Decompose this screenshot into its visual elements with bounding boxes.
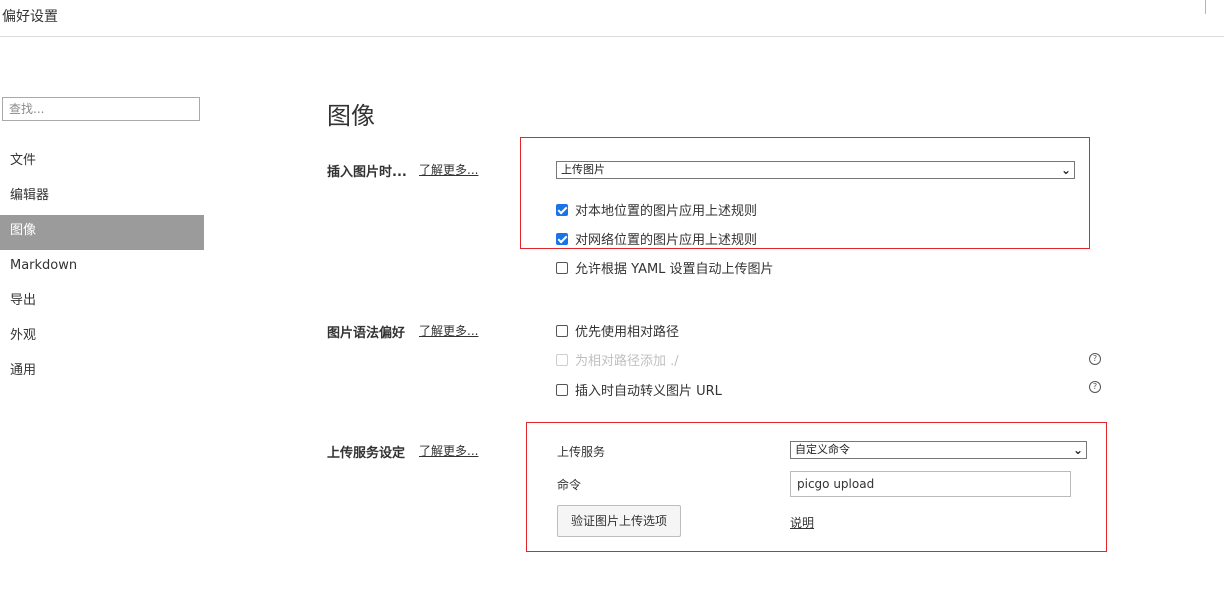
- checkbox-escape-url-label: 插入时自动转义图片 URL: [575, 384, 722, 399]
- upload-service-field-label: 上传服务: [557, 445, 606, 459]
- checkbox-dot-slash: [556, 354, 568, 366]
- insert-image-label: 插入图片时...: [327, 165, 407, 180]
- help-icon[interactable]: ?: [1089, 353, 1101, 365]
- window-title: 偏好设置: [2, 9, 58, 25]
- command-field-label: 命令: [557, 478, 582, 492]
- sidebar-item-appearance[interactable]: 外观: [0, 320, 204, 355]
- upload-learn-more-link[interactable]: 了解更多...: [419, 442, 478, 459]
- checkbox-row-local[interactable]: 对本地位置的图片应用上述规则: [556, 200, 757, 220]
- checkbox-dot-slash-label: 为相对路径添加 ./: [575, 354, 679, 369]
- upload-service-value: 自定义命令: [795, 443, 850, 456]
- checkbox-row-network[interactable]: 对网络位置的图片应用上述规则: [556, 229, 757, 249]
- search-input[interactable]: [2, 97, 200, 121]
- checkbox-local-label: 对本地位置的图片应用上述规则: [575, 204, 758, 219]
- checkbox-row-escape-url[interactable]: 插入时自动转义图片 URL: [556, 380, 722, 400]
- upload-service-select[interactable]: 自定义命令 ⌄: [790, 441, 1087, 459]
- insert-learn-more-link[interactable]: 了解更多...: [419, 161, 478, 178]
- checkbox-escape-url[interactable]: [556, 384, 568, 396]
- chevron-down-icon: ⌄: [1060, 163, 1071, 177]
- checkbox-relative[interactable]: [556, 325, 568, 337]
- checkbox-network-label: 对网络位置的图片应用上述规则: [575, 233, 758, 248]
- sidebar-item-markdown[interactable]: Markdown: [0, 250, 204, 285]
- checkbox-yaml-label: 允许根据 YAML 设置自动上传图片: [575, 262, 774, 277]
- checkbox-network[interactable]: [556, 233, 568, 245]
- checkbox-local[interactable]: [556, 204, 568, 216]
- checkbox-relative-label: 优先使用相对路径: [575, 325, 680, 340]
- sidebar-item-general[interactable]: 通用: [0, 355, 204, 390]
- checkbox-row-relative[interactable]: 优先使用相对路径: [556, 321, 679, 341]
- checkbox-yaml[interactable]: [556, 262, 568, 274]
- page-title: 图像: [327, 102, 375, 130]
- sidebar-item-export[interactable]: 导出: [0, 285, 204, 320]
- syntax-pref-label: 图片语法偏好: [327, 326, 406, 341]
- doc-link[interactable]: 说明: [790, 514, 814, 531]
- sidebar-item-image[interactable]: 图像: [0, 215, 204, 250]
- help-icon[interactable]: ?: [1089, 381, 1101, 393]
- command-input[interactable]: [790, 471, 1071, 497]
- title-bar-divider: [1205, 0, 1206, 14]
- insert-action-select[interactable]: 上传图片 ⌄: [556, 161, 1075, 179]
- title-bar: 偏好设置: [0, 0, 1224, 37]
- sidebar-item-file[interactable]: 文件: [0, 145, 204, 180]
- syntax-learn-more-link[interactable]: 了解更多...: [419, 322, 478, 339]
- chevron-down-icon: ⌄: [1072, 443, 1083, 457]
- verify-upload-button[interactable]: 验证图片上传选项: [557, 505, 681, 537]
- checkbox-row-yaml[interactable]: 允许根据 YAML 设置自动上传图片: [556, 258, 774, 278]
- sidebar-nav: 文件 编辑器 图像 Markdown 导出 外观 通用: [0, 145, 204, 390]
- sidebar-item-editor[interactable]: 编辑器: [0, 180, 204, 215]
- insert-action-value: 上传图片: [561, 163, 605, 176]
- upload-service-label: 上传服务设定: [327, 446, 406, 461]
- checkbox-row-dot-slash: 为相对路径添加 ./: [556, 350, 679, 370]
